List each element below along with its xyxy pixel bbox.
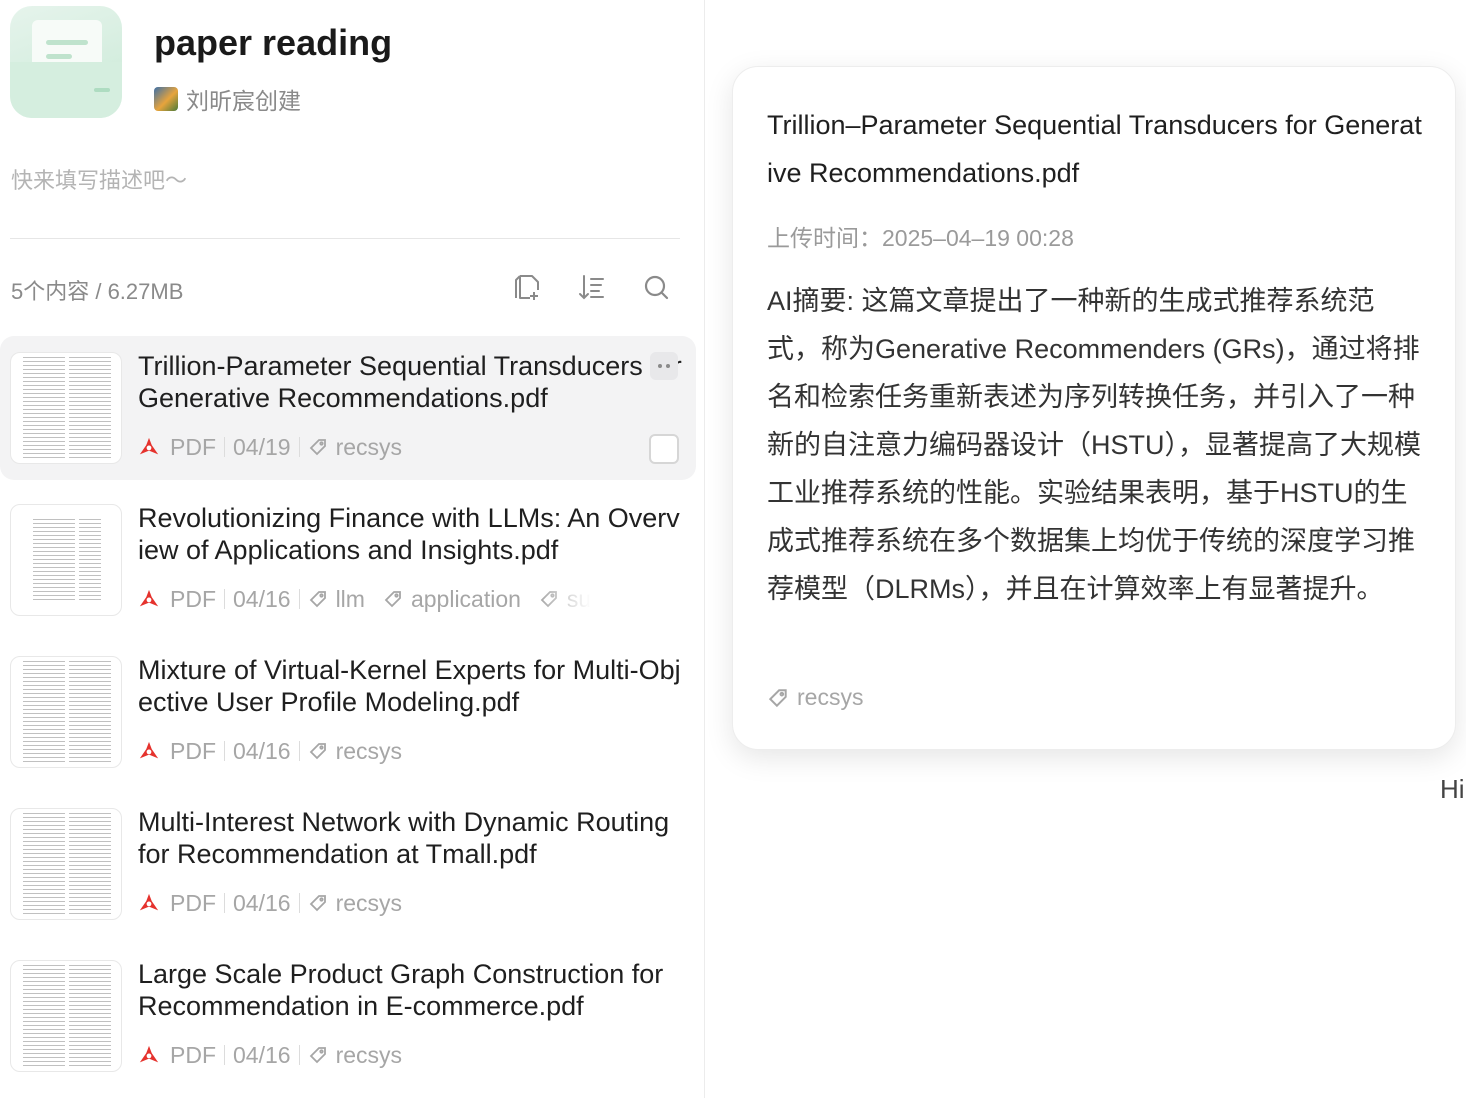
pdf-thumbnail (10, 808, 122, 920)
file-type: PDF (170, 1041, 216, 1068)
tag-icon (309, 1047, 326, 1064)
tag-icon (384, 591, 401, 608)
pdf-thumbnail (10, 960, 122, 1072)
item-meta: PDF 04/16 llm application su (138, 584, 618, 614)
file-preview-popover: Trillion–Parameter Sequential Transducer… (732, 66, 1456, 750)
pdf-icon (139, 893, 159, 911)
pdf-thumbnail (10, 504, 122, 616)
list-item[interactable]: Multi-Interest Network with Dynamic Rout… (0, 792, 696, 936)
more-options-button[interactable] (650, 352, 678, 380)
list-item[interactable]: Revolutionizing Finance with LLMs: An Ov… (0, 488, 696, 632)
list-item[interactable]: Large Scale Product Graph Construction f… (0, 944, 696, 1088)
add-file-icon[interactable] (512, 272, 542, 302)
file-type: PDF (170, 737, 216, 764)
tag-icon (540, 591, 557, 608)
pdf-icon (139, 1045, 159, 1063)
divider (10, 238, 680, 239)
upload-time: 上传时间：2025–04–19 00:28 (767, 225, 1074, 251)
tag[interactable]: llm (308, 586, 365, 613)
file-date: 04/19 (233, 433, 291, 460)
pdf-icon (139, 437, 159, 455)
item-title[interactable]: Trillion-Parameter Sequential Transducer… (138, 350, 683, 414)
tag[interactable]: recsys (308, 1042, 402, 1069)
tag[interactable]: recsys (308, 434, 402, 461)
edge-text: Hi (1440, 774, 1465, 804)
ai-summary: AI摘要: 这篇文章提出了一种新的生成式推荐系统范式，称为Generative … (767, 286, 1421, 604)
sort-icon[interactable] (576, 272, 606, 302)
pdf-icon (139, 741, 159, 759)
description-placeholder[interactable]: 快来填写描述吧～ (11, 163, 187, 195)
file-date: 04/16 (233, 585, 291, 612)
knowledge-base-panel: paper reading 刘昕宸创建 快来填写描述吧～ 5个内容 / 6.27… (0, 0, 705, 1098)
content-count: 5个内容 / 6.27MB (11, 279, 184, 304)
avatar[interactable] (154, 87, 178, 111)
tag[interactable]: application (383, 586, 521, 613)
tag[interactable]: su (539, 586, 591, 613)
item-title[interactable]: Mixture of Virtual-Kernel Experts for Mu… (138, 654, 683, 718)
creator-label: 刘昕宸创建 (186, 88, 301, 114)
tag-icon (309, 439, 326, 456)
item-meta: PDF 04/16 recsys (138, 1040, 618, 1070)
select-checkbox[interactable] (649, 434, 679, 464)
tag-icon (309, 591, 326, 608)
list-item[interactable]: Mixture of Virtual-Kernel Experts for Mu… (0, 640, 696, 784)
knowledge-base-folder-icon (10, 6, 122, 118)
preview-title: Trillion–Parameter Sequential Transducer… (767, 110, 1422, 188)
file-date: 04/16 (233, 1041, 291, 1068)
file-date: 04/16 (233, 889, 291, 916)
file-type: PDF (170, 889, 216, 916)
tag-icon (768, 688, 787, 707)
pdf-thumbnail (10, 656, 122, 768)
creator-line[interactable]: 刘昕宸创建 (154, 82, 301, 116)
tag[interactable]: recsys (308, 738, 402, 765)
preview-tag[interactable]: recsys (767, 684, 863, 711)
item-meta: PDF 04/19 recsys (138, 432, 618, 462)
item-meta: PDF 04/16 recsys (138, 736, 618, 766)
pdf-thumbnail (10, 352, 122, 464)
file-type: PDF (170, 433, 216, 460)
list-item[interactable]: Trillion-Parameter Sequential Transducer… (0, 336, 696, 480)
file-type: PDF (170, 585, 216, 612)
tag[interactable]: recsys (308, 890, 402, 917)
tag-icon (309, 895, 326, 912)
pdf-icon (139, 589, 159, 607)
kb-title: paper reading (154, 22, 393, 63)
item-title[interactable]: Revolutionizing Finance with LLMs: An Ov… (138, 502, 683, 566)
item-meta: PDF 04/16 recsys (138, 888, 618, 918)
search-icon[interactable] (641, 272, 671, 302)
item-title[interactable]: Multi-Interest Network with Dynamic Rout… (138, 806, 683, 870)
item-title[interactable]: Large Scale Product Graph Construction f… (138, 958, 683, 1022)
tag-icon (309, 743, 326, 760)
file-date: 04/16 (233, 737, 291, 764)
